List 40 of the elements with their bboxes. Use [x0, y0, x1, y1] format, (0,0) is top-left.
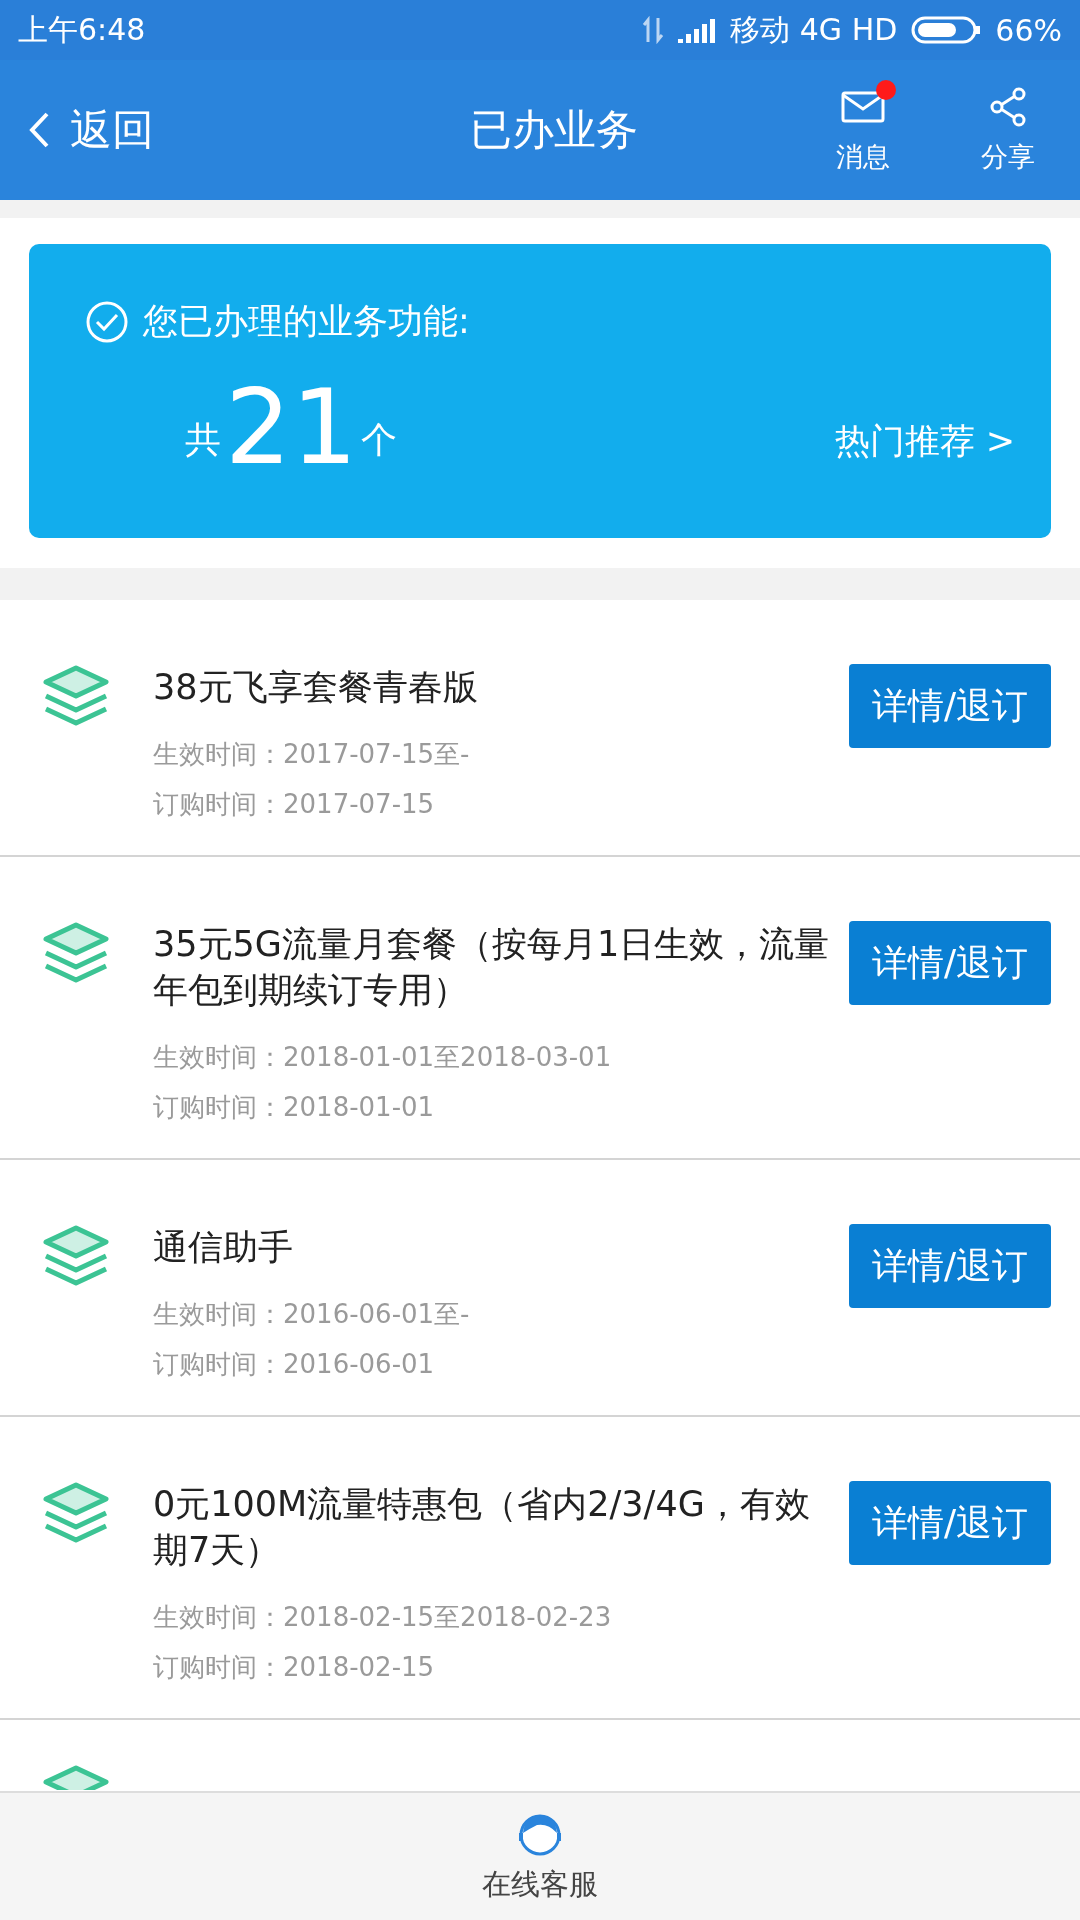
count-suffix: 个	[361, 418, 398, 462]
back-chevron-icon	[28, 111, 50, 149]
data-arrows-icon	[642, 16, 665, 44]
details-button[interactable]: 详情/退订	[849, 664, 1051, 748]
service-count: 21	[225, 375, 358, 479]
layers-icon	[43, 664, 110, 728]
page-title: 已办业务	[470, 104, 638, 156]
envelope-icon	[840, 91, 885, 123]
status-time: 上午6:48	[18, 10, 146, 49]
battery-icon	[911, 16, 982, 44]
layers-icon	[43, 1481, 110, 1545]
order-date: 订购时间：2017-07-15	[153, 788, 436, 821]
effective-date: 生效时间：2018-01-01至2018-03-01	[153, 1041, 613, 1074]
effective-date: 生效时间：2017-07-15至-	[153, 738, 471, 771]
effective-date: 生效时间：2016-06-01至-	[153, 1298, 471, 1331]
details-button[interactable]: 详情/退订	[849, 1224, 1051, 1308]
order-date: 订购时间：2018-02-15	[153, 1651, 436, 1684]
messages-button[interactable]: 消息	[790, 84, 935, 176]
customer-service-button[interactable]: 在线客服	[476, 1807, 604, 1906]
signal-icon	[678, 17, 717, 43]
service-name: 0元100M流量特惠包（省内2/3/4G，有效期7天）	[153, 1483, 811, 1572]
count-prefix: 共	[185, 418, 221, 462]
layers-icon	[43, 1224, 110, 1288]
order-date: 订购时间：2018-01-01	[153, 1091, 436, 1124]
share-button[interactable]: 分享	[935, 84, 1080, 176]
check-circle-icon	[85, 299, 129, 344]
order-date: 订购时间：2016-06-01	[153, 1348, 436, 1381]
service-name: 通信助手	[153, 1226, 294, 1269]
service-name: 35元5G流量月套餐（按每月1日生效，流量年包到期续订专用）	[153, 923, 831, 1012]
effective-date: 生效时间：2018-02-15至2018-02-23	[153, 1601, 613, 1634]
layers-icon	[43, 921, 110, 985]
layers-icon	[43, 1764, 110, 1790]
summary-heading: 您已办理的业务功能:	[143, 300, 470, 343]
carrier-label: 移动 4G HD	[730, 10, 898, 49]
recommend-link[interactable]: 热门推荐 >	[834, 418, 1015, 465]
service-name: 38元飞享套餐青春版	[153, 666, 479, 709]
details-button[interactable]: 详情/退订	[849, 1481, 1051, 1565]
back-button[interactable]: 返回	[28, 102, 154, 158]
battery-percent: 66%	[995, 12, 1062, 48]
details-button[interactable]: 详情/退订	[849, 921, 1051, 1005]
